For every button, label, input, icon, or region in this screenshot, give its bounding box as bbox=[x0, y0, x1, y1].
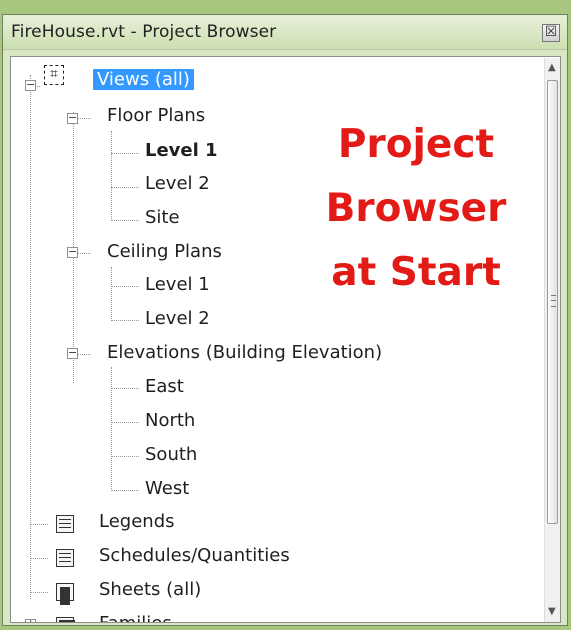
north-connector bbox=[111, 422, 139, 423]
floor-level2-item[interactable]: Level 2 bbox=[145, 173, 210, 194]
site-connector bbox=[111, 220, 139, 221]
level2-connector bbox=[111, 187, 139, 188]
elevations-item[interactable]: Elevations (Building Elevation) bbox=[107, 342, 382, 363]
west-connector bbox=[111, 490, 139, 491]
sheets-icon bbox=[56, 583, 74, 601]
title-bar: FireHouse.rvt - Project Browser ☒ bbox=[3, 15, 567, 50]
vertical-scrollbar[interactable]: ▲ ▼ bbox=[544, 58, 560, 622]
families-item[interactable]: Families bbox=[99, 613, 172, 622]
floorplans-vertical-guide bbox=[111, 131, 112, 219]
views-collapse-toggle[interactable]: − bbox=[25, 79, 36, 91]
views-all-item[interactable]: Views (all) bbox=[93, 69, 194, 90]
elevation-north-item[interactable]: North bbox=[145, 410, 195, 431]
elevation-east-item[interactable]: East bbox=[145, 376, 184, 397]
schedules-icon bbox=[56, 549, 74, 567]
scroll-grip-icon bbox=[551, 295, 556, 307]
ceiling-collapse-toggle[interactable]: − bbox=[67, 246, 78, 258]
level1-connector bbox=[111, 153, 139, 154]
project-browser-window: FireHouse.rvt - Project Browser ☒ − − − … bbox=[2, 14, 568, 626]
east-connector bbox=[111, 388, 139, 389]
ceiling-plans-item[interactable]: Ceiling Plans bbox=[107, 241, 222, 262]
sheets-connector bbox=[30, 592, 48, 593]
floor-level1-item[interactable]: Level 1 bbox=[145, 140, 218, 161]
ceiling-level2-connector bbox=[111, 320, 139, 321]
elevations-collapse-toggle[interactable]: − bbox=[67, 347, 78, 359]
annotation-line-3: at Start bbox=[331, 250, 501, 295]
annotation-line-2: Browser bbox=[325, 186, 507, 231]
screenshot-frame: FireHouse.rvt - Project Browser ☒ − − − … bbox=[0, 0, 571, 630]
ceiling-level2-item[interactable]: Level 2 bbox=[145, 308, 210, 329]
ceiling-vertical-guide bbox=[111, 267, 112, 321]
scroll-up-arrow[interactable]: ▲ bbox=[548, 63, 558, 73]
families-expand-toggle[interactable]: + bbox=[25, 618, 36, 622]
window-title: FireHouse.rvt - Project Browser bbox=[11, 22, 277, 42]
ceiling-level1-connector bbox=[111, 286, 139, 287]
schedules-connector bbox=[30, 558, 48, 559]
sheets-item[interactable]: Sheets (all) bbox=[99, 579, 201, 600]
floor-plans-item[interactable]: Floor Plans bbox=[107, 105, 205, 126]
annotation-line-1: Project bbox=[337, 122, 495, 167]
tree-panel: − − − − + ⌗ Views (all) Floor Plans Leve… bbox=[10, 56, 561, 623]
legends-icon bbox=[56, 515, 74, 533]
south-connector bbox=[111, 456, 139, 457]
root-vertical-guide bbox=[30, 75, 31, 599]
close-button[interactable]: ☒ bbox=[542, 24, 560, 42]
elevation-west-item[interactable]: West bbox=[145, 478, 189, 499]
elevation-south-item[interactable]: South bbox=[145, 444, 197, 465]
floorplans-collapse-toggle[interactable]: − bbox=[67, 112, 78, 124]
legends-connector bbox=[30, 524, 48, 525]
families-icon bbox=[56, 617, 75, 622]
floor-site-item[interactable]: Site bbox=[145, 207, 180, 228]
views-icon: ⌗ bbox=[44, 65, 64, 85]
ceiling-level1-item[interactable]: Level 1 bbox=[145, 274, 210, 295]
scroll-down-arrow[interactable]: ▼ bbox=[548, 607, 558, 617]
schedules-item[interactable]: Schedules/Quantities bbox=[99, 545, 290, 566]
legends-item[interactable]: Legends bbox=[99, 511, 175, 532]
scroll-thumb[interactable] bbox=[547, 80, 558, 524]
start-annotation: Project Browser at Start bbox=[311, 113, 521, 305]
elevations-vertical-guide bbox=[111, 367, 112, 489]
